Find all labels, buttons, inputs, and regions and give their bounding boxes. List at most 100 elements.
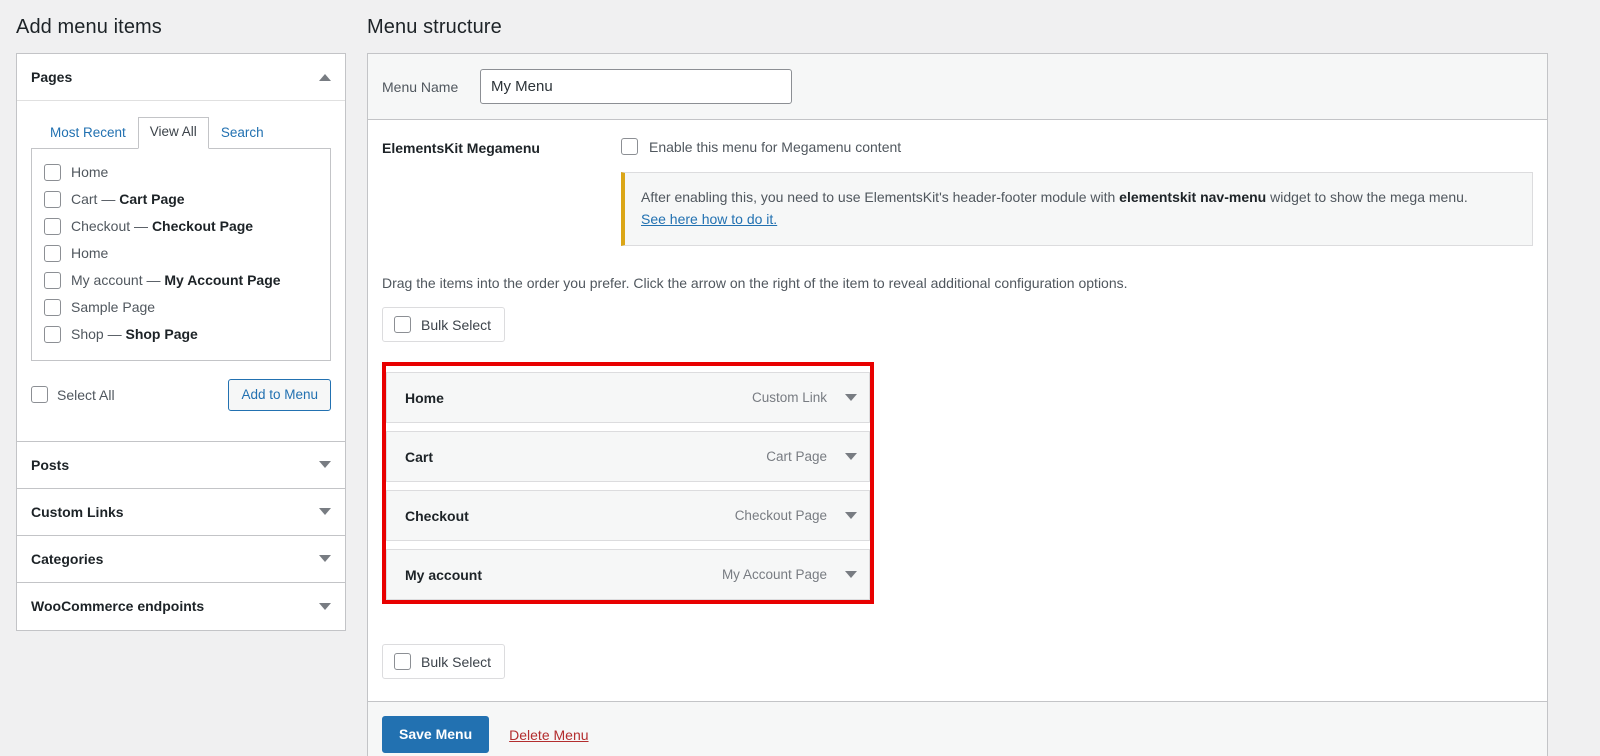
sidebar-item-categories[interactable]: Categories [17,535,345,583]
list-item[interactable]: My account — My Account Page [44,267,318,294]
pages-panel-actions: Select All Add to Menu [31,360,331,427]
sidebar-item-custom-links[interactable]: Custom Links [17,488,345,536]
triangle-down-icon[interactable] [845,394,857,402]
menu-item-type: Custom Link [751,390,827,406]
save-menu-button[interactable]: Save Menu [382,716,490,754]
bulk-select-label: Bulk Select [421,653,492,670]
menu-item-meta: My Account Page [722,567,857,582]
list-item[interactable]: Checkout — Checkout Page [44,213,318,240]
list-item[interactable]: Home [44,159,318,186]
tab-view-all[interactable]: View All [137,117,209,149]
menu-item-meta: Cart Page [766,449,857,464]
checkbox-icon[interactable] [44,190,61,208]
table-row[interactable]: Checkout Checkout Page [386,490,870,542]
menu-item-title: Home [405,389,444,406]
sidebar-item-woocommerce-endpoints[interactable]: WooCommerce endpoints [17,582,345,630]
triangle-down-icon[interactable] [319,602,331,610]
menu-name-label: Menu Name [382,78,459,95]
menu-footer-actions: Save Menu Delete Menu [367,701,1548,756]
menu-item-title: My account [405,566,483,583]
table-row[interactable]: My account My Account Page [386,549,870,601]
pages-panel: Pages Most Recent View All Search Home C… [16,53,346,442]
elementskit-label: ElementsKit Megamenu [382,140,540,156]
enable-megamenu-label: Enable this menu for Megamenu content [649,138,902,155]
pages-panel-body: Most Recent View All Search Home Cart — … [17,101,345,441]
list-item-label: Checkout — Checkout Page [71,218,254,235]
bulk-select-bottom[interactable]: Bulk Select [382,644,506,680]
checkbox-icon[interactable] [44,325,61,343]
checkbox-icon[interactable] [44,298,61,316]
bulk-select-label: Bulk Select [421,316,492,333]
list-item-label: Cart — Cart Page [71,191,185,208]
select-all-label: Select All [57,386,115,403]
list-item[interactable]: Sample Page [44,294,318,321]
wordpress-menu-editor-screen: Add menu items Pages Most Recent View Al… [0,0,1600,756]
menu-name-row: Menu Name [367,53,1548,119]
list-item-label: Shop — Shop Page [71,326,198,343]
checkbox-icon[interactable] [44,271,61,289]
select-all-control[interactable]: Select All [31,386,115,404]
tab-search[interactable]: Search [209,118,276,149]
list-item-label: My account — My Account Page [71,272,281,289]
accordion-label: Custom Links [31,503,124,520]
triangle-down-icon[interactable] [845,453,857,461]
menu-structure-title: Menu structure [367,16,502,38]
checkbox-icon[interactable] [394,653,411,671]
triangle-down-icon[interactable] [845,571,857,579]
menu-item-type: Checkout Page [734,508,827,524]
list-item[interactable]: Cart — Cart Page [44,186,318,213]
triangle-down-icon[interactable] [319,508,331,516]
menu-item-meta: Checkout Page [735,508,857,523]
delete-menu-link[interactable]: Delete Menu [509,727,588,743]
list-item[interactable]: Shop — Shop Page [44,321,318,348]
menu-items-list: Home Custom Link Cart Cart Page Checkout… [386,366,870,601]
menu-name-input[interactable] [480,69,792,104]
list-item-label: Sample Page [71,299,156,316]
megamenu-notice: After enabling this, you need to use Ele… [621,172,1533,247]
checkbox-icon[interactable] [394,316,411,334]
menu-structure-body: ElementsKit Megamenu Enable this menu fo… [367,119,1548,621]
menu-item-title: Checkout [405,507,469,524]
triangle-up-icon[interactable] [319,73,331,81]
pages-panel-title: Pages [31,69,73,85]
list-item[interactable]: Home [44,240,318,267]
add-menu-items-title: Add menu items [16,16,162,38]
menu-item-type: Cart Page [766,449,827,465]
accordion-label: Posts [31,456,70,473]
menu-structure-column: Menu structure Menu Name ElementsKit Meg… [367,0,1548,756]
checkbox-icon[interactable] [44,244,61,262]
table-row[interactable]: Home Custom Link [386,372,870,424]
elementskit-megamenu-row: ElementsKit Megamenu Enable this menu fo… [382,138,1533,247]
sidebar-item-posts[interactable]: Posts [17,441,345,489]
menu-item-title: Cart [405,448,434,465]
menu-item-meta: Custom Link [752,390,857,405]
triangle-down-icon[interactable] [319,461,331,469]
list-item-label: Home [71,245,109,262]
checkbox-icon[interactable] [31,386,48,404]
add-menu-items-column: Add menu items Pages Most Recent View Al… [16,0,346,631]
enable-megamenu-control[interactable]: Enable this menu for Megamenu content [621,138,1533,155]
accordion-label: WooCommerce endpoints [31,598,205,615]
pages-panel-header[interactable]: Pages [17,54,345,101]
elementskit-content: Enable this menu for Megamenu content Af… [621,138,1533,247]
see-how-to-do-it-link[interactable]: See here how to do it. [641,211,777,227]
list-item-label: Home [71,164,109,181]
add-to-menu-button[interactable]: Add to Menu [228,378,331,411]
tab-most-recent[interactable]: Most Recent [38,118,138,149]
checkbox-icon[interactable] [44,217,61,235]
bulk-select-top[interactable]: Bulk Select [382,307,506,343]
triangle-down-icon[interactable] [319,555,331,563]
accordion-label: Categories [31,550,104,567]
notice-widget-name: elementskit nav-menu [1119,189,1267,205]
menu-items-highlight-box: Home Custom Link Cart Cart Page Checkout… [382,362,874,605]
pages-checkbox-list: Home Cart — Cart Page Checkout — Checkou… [31,148,331,361]
table-row[interactable]: Cart Cart Page [386,431,870,483]
menu-item-type: My Account Page [721,567,827,583]
triangle-down-icon[interactable] [845,512,857,520]
checkbox-icon[interactable] [44,163,61,181]
drag-instructions: Drag the items into the order you prefer… [382,275,1128,292]
bulk-select-bottom-wrap: Bulk Select [367,620,1548,702]
pages-tabs: Most Recent View All Search [31,117,331,149]
checkbox-icon[interactable] [621,138,638,155]
accordion-panels: Posts Custom Links Categories WooCommerc… [16,441,346,631]
